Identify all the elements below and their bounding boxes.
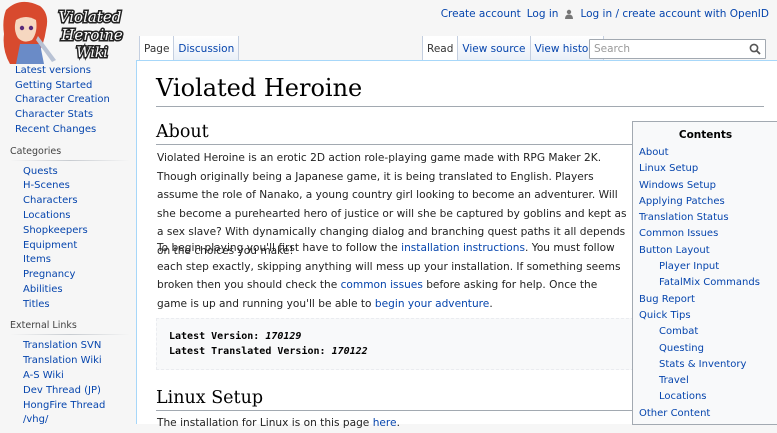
toc-item[interactable]: Bug Report: [633, 292, 777, 308]
sidebar-item-a-s-wiki[interactable]: A-S Wiki: [0, 369, 136, 384]
toc-item[interactable]: FatalMix Commands: [633, 275, 777, 291]
tab-discussion[interactable]: Discussion: [173, 36, 240, 60]
sidebar-item-vhg[interactable]: /vhg/: [0, 413, 136, 428]
categories-list: Quests H-Scenes Characters Locations Sho…: [0, 165, 136, 313]
toc-item[interactable]: Combat: [633, 324, 777, 340]
linux-paragraph: The installation for Linux is on this pa…: [157, 417, 400, 429]
title-divider: [156, 106, 764, 107]
common-issues-link[interactable]: common issues: [341, 279, 423, 291]
toc-item[interactable]: Linux Setup: [633, 161, 777, 177]
latest-version-line: Latest Version: 170129: [169, 331, 302, 342]
toc-item[interactable]: Quick Tips: [633, 308, 777, 324]
toc-item[interactable]: Windows Setup: [633, 178, 777, 194]
toc-item[interactable]: Other Content: [633, 406, 777, 422]
sidebar-item-translation-svn[interactable]: Translation SVN: [0, 339, 136, 354]
about-heading: About: [156, 122, 209, 142]
sidebar-item-translation-wiki[interactable]: Translation Wiki: [0, 354, 136, 369]
sidebar-item-quests[interactable]: Quests: [0, 165, 136, 180]
search-input[interactable]: [594, 41, 744, 57]
toc-item[interactable]: Travel: [633, 373, 777, 389]
openid-login-link[interactable]: Log in / create account with OpenID: [580, 8, 769, 20]
begin-adventure-link[interactable]: begin your adventure: [375, 298, 489, 310]
sidebar-item-h-scenes[interactable]: H-Scenes: [0, 179, 136, 194]
site-logo[interactable]: Violated Heroine Wiki: [0, 0, 136, 64]
sidebar-item-titles[interactable]: Titles: [0, 298, 136, 313]
sidebar-item-hongfire-thread[interactable]: HongFire Thread: [0, 399, 136, 414]
toc-item[interactable]: Player Input: [633, 259, 777, 275]
sidebar-item-recent-changes[interactable]: Recent Changes: [0, 123, 136, 138]
logo-wordmark: Violated: [59, 8, 122, 26]
toc-item[interactable]: Button Layout: [633, 243, 777, 259]
latest-translated-version-line: Latest Translated Version: 170122: [169, 346, 368, 357]
toc-item[interactable]: Stats & Inventory: [633, 357, 777, 373]
table-of-contents: Contents About Linux Setup Windows Setup Ap…: [632, 121, 777, 425]
toc-list: About Linux Setup Windows Setup Applying Pa…: [633, 145, 777, 422]
svg-text:Wiki: Wiki: [76, 45, 108, 61]
sidebar-item-equipment[interactable]: Equipment: [0, 239, 136, 254]
personal-tools: Create account Log in Log in / create ac…: [441, 8, 769, 20]
tab-view-source[interactable]: View source: [457, 36, 530, 60]
login-link[interactable]: Log in: [527, 8, 559, 20]
sidebar-item-characters[interactable]: Characters: [0, 194, 136, 209]
instructions-paragraph: To begin playing you'll first have to fo…: [157, 242, 621, 310]
sidebar-divider: [10, 334, 130, 336]
sidebar-item-locations[interactable]: Locations: [0, 209, 136, 224]
external-links-list: Translation SVN Translation Wiki A-S Wik…: [0, 339, 136, 428]
installation-instructions-link[interactable]: installation instructions: [401, 242, 525, 254]
create-account-link[interactable]: Create account: [441, 8, 521, 20]
categories-heading: Categories: [10, 145, 62, 157]
svg-text:Heroine: Heroine: [60, 26, 123, 44]
toc-item[interactable]: About: [633, 145, 777, 161]
toc-item[interactable]: Locations: [633, 389, 777, 405]
user-icon: [565, 9, 574, 19]
sidebar-item-character-stats[interactable]: Character Stats: [0, 108, 136, 123]
toc-item[interactable]: Common Issues: [633, 226, 777, 242]
version-box: Latest Version: 170129 Latest Translated…: [156, 318, 634, 370]
toc-item[interactable]: Questing: [633, 341, 777, 357]
sidebar-item-character-creation[interactable]: Character Creation: [0, 93, 136, 108]
latest-version-value: 170129: [265, 331, 302, 342]
search-box: [589, 39, 766, 59]
sidebar-divider: [10, 159, 130, 161]
toc-title: Contents: [678, 129, 733, 141]
sidebar-item-pregnancy[interactable]: Pregnancy: [0, 268, 136, 283]
linux-setup-heading: Linux Setup: [156, 388, 264, 408]
sidebar-item-latest-versions[interactable]: Latest versions: [0, 64, 136, 79]
toc-item[interactable]: Translation Status: [633, 210, 777, 226]
linux-here-link[interactable]: here: [373, 417, 397, 429]
sidebar-item-dev-thread[interactable]: Dev Thread (JP): [0, 384, 136, 399]
latest-translated-version-value: 170122: [331, 346, 368, 357]
sidebar-navigation: Latest versions Getting Started Characte…: [0, 64, 136, 138]
toc-item[interactable]: Applying Patches: [633, 194, 777, 210]
sidebar-item-items[interactable]: Items: [0, 253, 136, 268]
about-heading-divider: [156, 144, 632, 145]
external-links-heading: External Links: [10, 320, 77, 332]
sidebar: Latest versions Getting Started Characte…: [0, 64, 136, 428]
sidebar-item-abilities[interactable]: Abilities: [0, 283, 136, 298]
tab-page[interactable]: Page: [139, 36, 174, 60]
linux-heading-divider: [156, 410, 632, 411]
sidebar-item-getting-started[interactable]: Getting Started: [0, 79, 136, 94]
tab-read[interactable]: Read: [422, 36, 458, 60]
view-tabs: Read View source View history: [422, 36, 604, 60]
sidebar-item-shopkeepers[interactable]: Shopkeepers: [0, 224, 136, 239]
search-icon[interactable]: [749, 43, 761, 55]
page-title: Violated Heroine: [156, 74, 363, 102]
namespace-tabs: Page Discussion: [139, 36, 240, 60]
